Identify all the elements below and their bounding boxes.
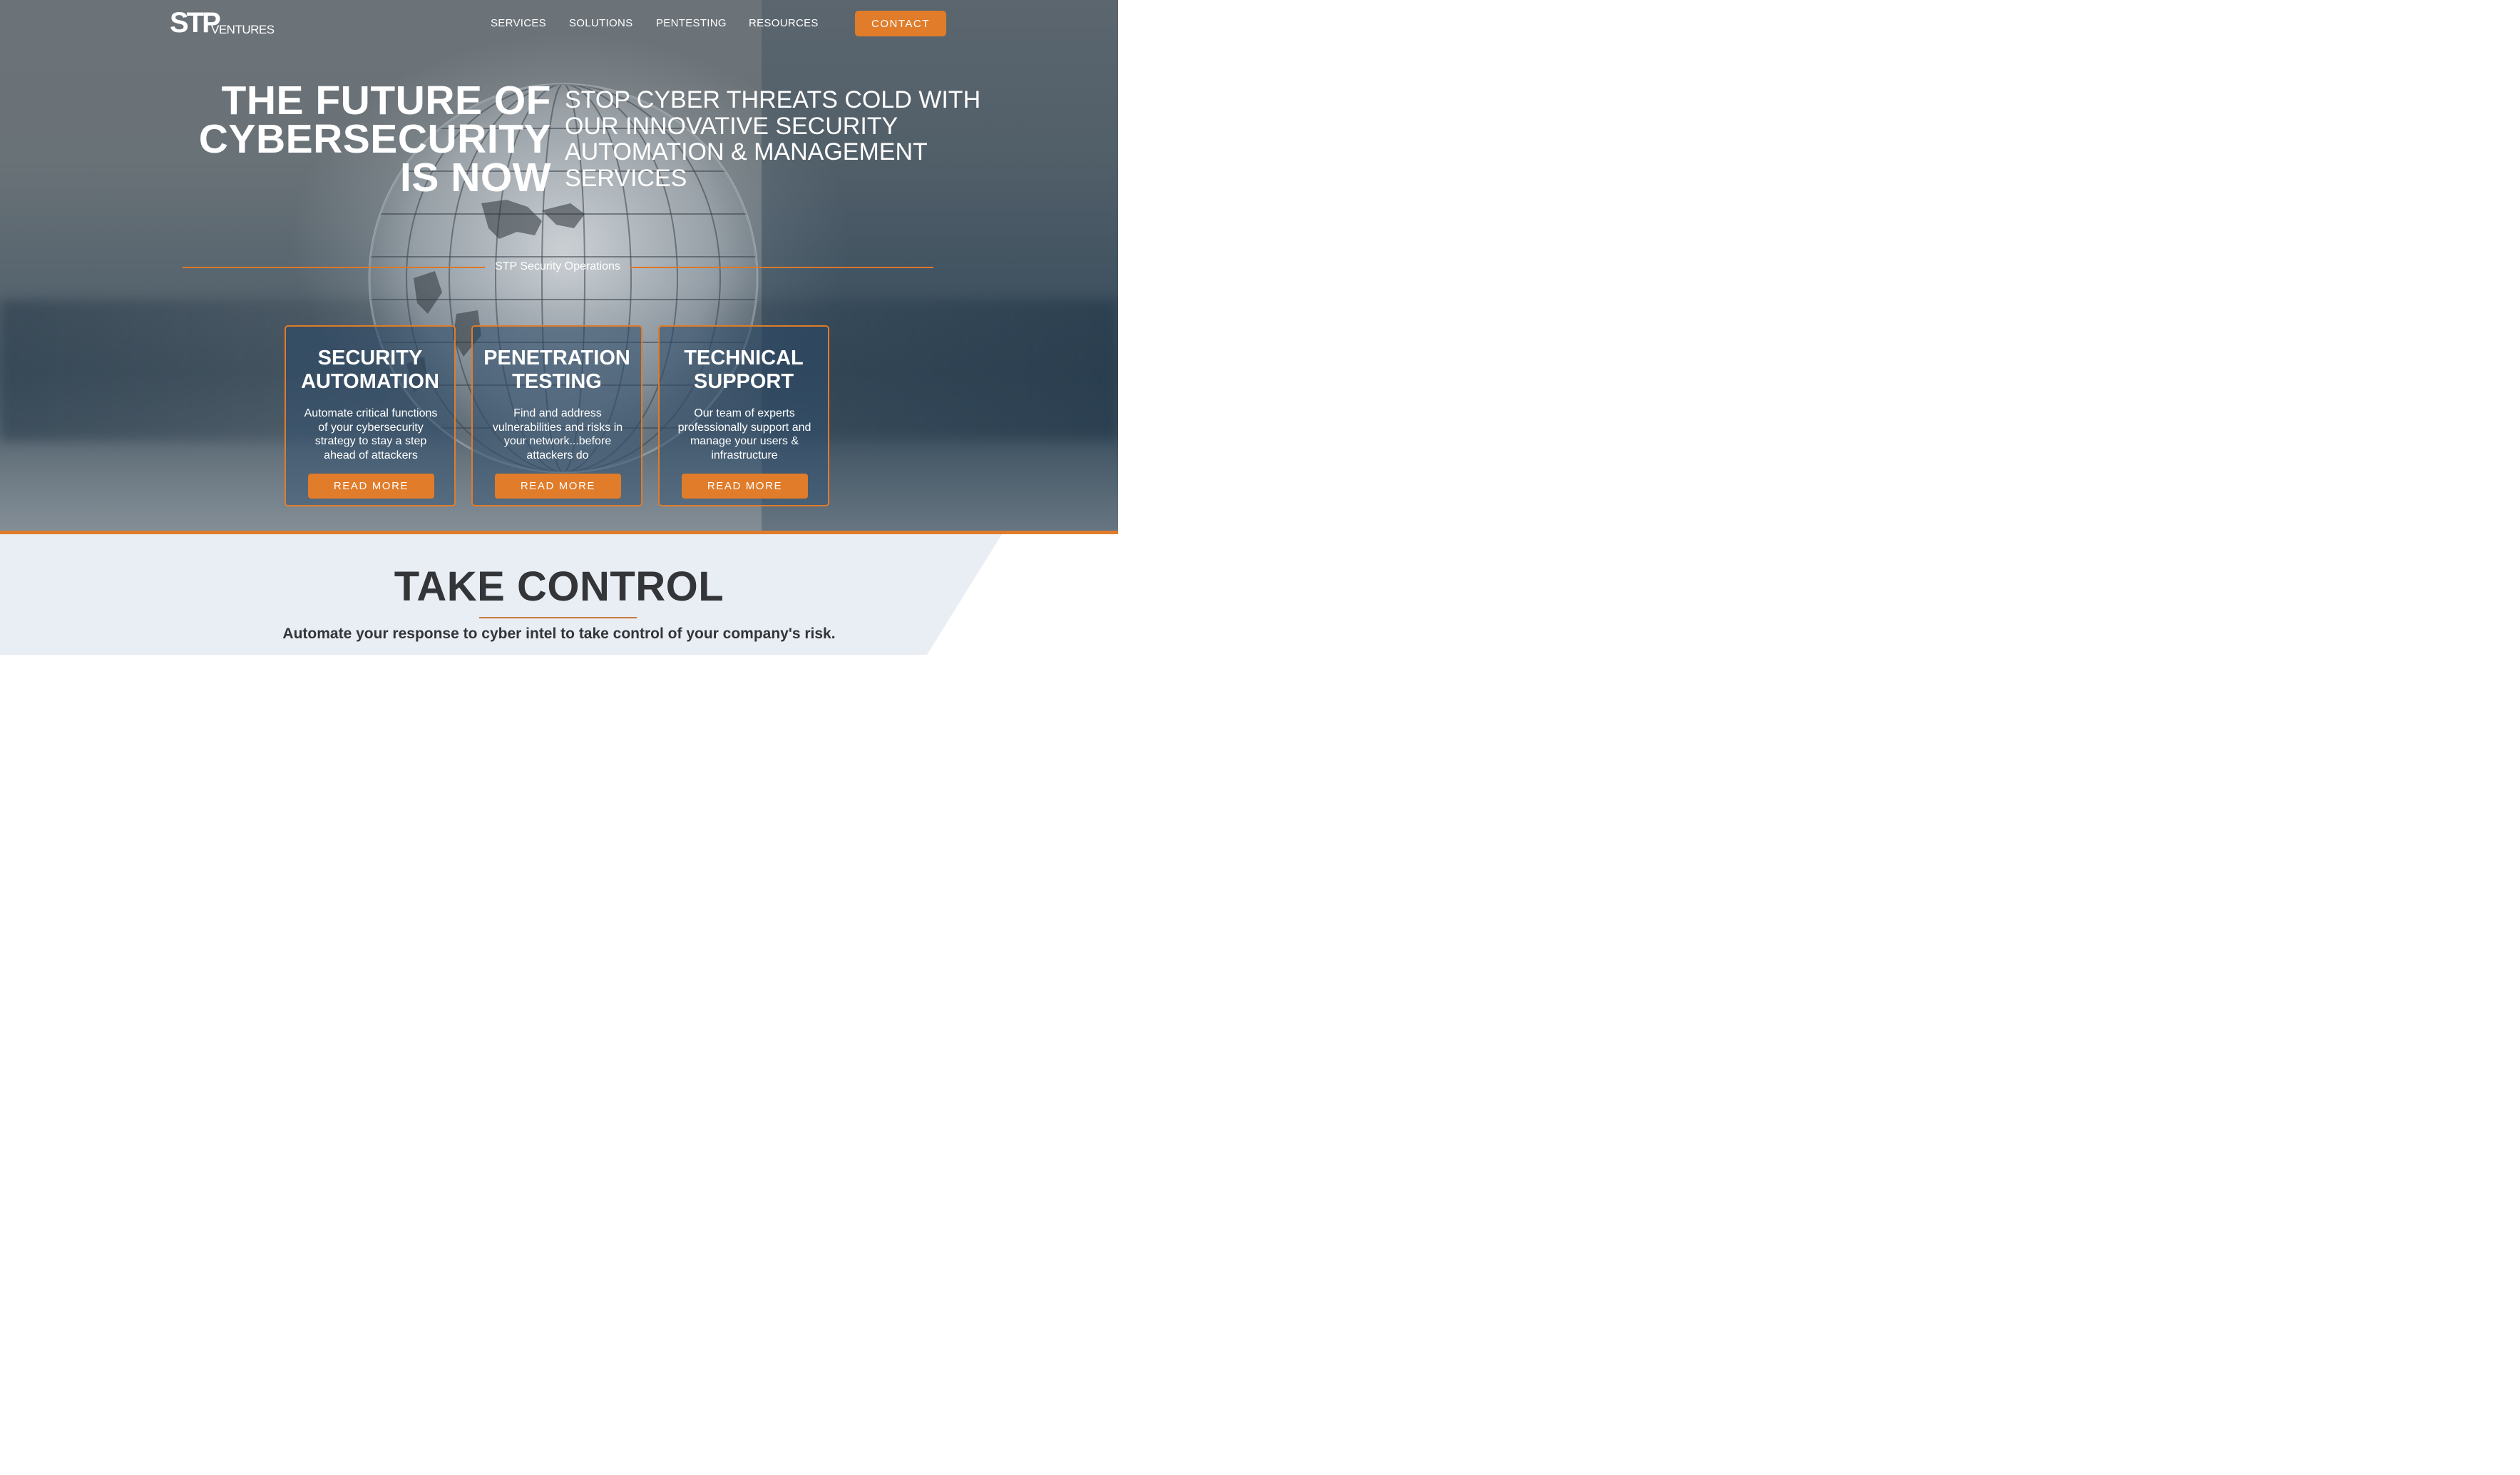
card-description: Automate critical functions of your cybe…	[292, 407, 450, 462]
card-desc-line: of your cybersecurity	[318, 421, 424, 434]
section-label: STP Security Operations	[495, 260, 620, 272]
nav-services[interactable]: SERVICES	[491, 17, 546, 29]
card-desc-line: ahead of attackers	[324, 449, 418, 461]
headline-line: THE FUTURE OF	[221, 78, 551, 123]
card-desc-line: Automate critical functions	[304, 407, 438, 419]
card-description: Our team of experts professionally suppo…	[665, 407, 824, 462]
section-divider-left	[183, 267, 485, 268]
read-more-button[interactable]: READ MORE	[495, 474, 621, 499]
card-desc-line: attackers do	[526, 449, 589, 461]
card-title: PENETRATION TESTING	[473, 347, 641, 394]
card-title: SECURITY AUTOMATION	[286, 347, 454, 394]
card-title-line: SECURITY	[317, 347, 423, 369]
subline-line: STOP CYBER THREATS COLD WITH	[565, 86, 981, 113]
card-description: Find and address vulnerabilities and ris…	[478, 407, 637, 462]
section-divider-right	[630, 267, 933, 268]
take-control-underline	[479, 617, 637, 618]
card-desc-line: Our team of experts	[694, 407, 795, 419]
hero-headline: THE FUTURE OF CYBERSECURITY IS NOW	[198, 78, 551, 200]
card-penetration-testing: PENETRATION TESTING Find and address vul…	[471, 325, 642, 506]
hero-section: STP VENTURES SERVICES SOLUTIONS PENTESTI…	[0, 0, 1118, 531]
card-title-line: PENETRATION	[483, 347, 630, 369]
nav-resources[interactable]: RESOURCES	[749, 17, 819, 29]
hero-subheadline: STOP CYBER THREATS COLD WITH OUR INNOVAT…	[565, 87, 980, 191]
card-desc-line: your network...before	[503, 435, 612, 447]
card-desc-line: vulnerabilities and risks in	[492, 421, 623, 434]
subline-line: OUR INNOVATIVE SECURITY	[565, 112, 898, 140]
headline-line: CYBERSECURITY	[198, 116, 551, 162]
card-title-line: TECHNICAL	[684, 347, 804, 369]
card-title-line: TESTING	[512, 370, 602, 393]
card-title: TECHNICAL SUPPORT	[660, 347, 828, 394]
subline-line: SERVICES	[565, 164, 687, 192]
card-desc-line: infrastructure	[711, 449, 778, 461]
logo-text-secondary: VENTURES	[211, 23, 275, 36]
stp-ventures-logo[interactable]: STP VENTURES	[170, 9, 284, 37]
subline-line: AUTOMATION & MANAGEMENT	[565, 138, 928, 165]
card-desc-line: Find and address	[513, 407, 602, 419]
nav-pentesting[interactable]: PENTESTING	[656, 17, 727, 29]
card-security-automation: SECURITY AUTOMATION Automate critical fu…	[285, 325, 456, 506]
card-desc-line: strategy to stay a step	[314, 435, 427, 447]
card-desc-line: manage your users &	[690, 435, 799, 447]
page: STP VENTURES SERVICES SOLUTIONS PENTESTI…	[0, 0, 1118, 655]
card-desc-line: professionally support and	[677, 421, 811, 434]
card-title-line: SUPPORT	[693, 370, 794, 393]
take-control-subtitle: Automate your response to cyber intel to…	[282, 626, 836, 642]
read-more-button[interactable]: READ MORE	[308, 474, 434, 499]
read-more-button[interactable]: READ MORE	[682, 474, 808, 499]
headline-line: IS NOW	[400, 155, 551, 200]
card-title-line: AUTOMATION	[301, 370, 439, 393]
card-technical-support: TECHNICAL SUPPORT Our team of experts pr…	[658, 325, 829, 506]
contact-button[interactable]: CONTACT	[855, 11, 946, 36]
take-control-title: TAKE CONTROL	[394, 563, 724, 610]
nav-solutions[interactable]: SOLUTIONS	[569, 17, 632, 29]
